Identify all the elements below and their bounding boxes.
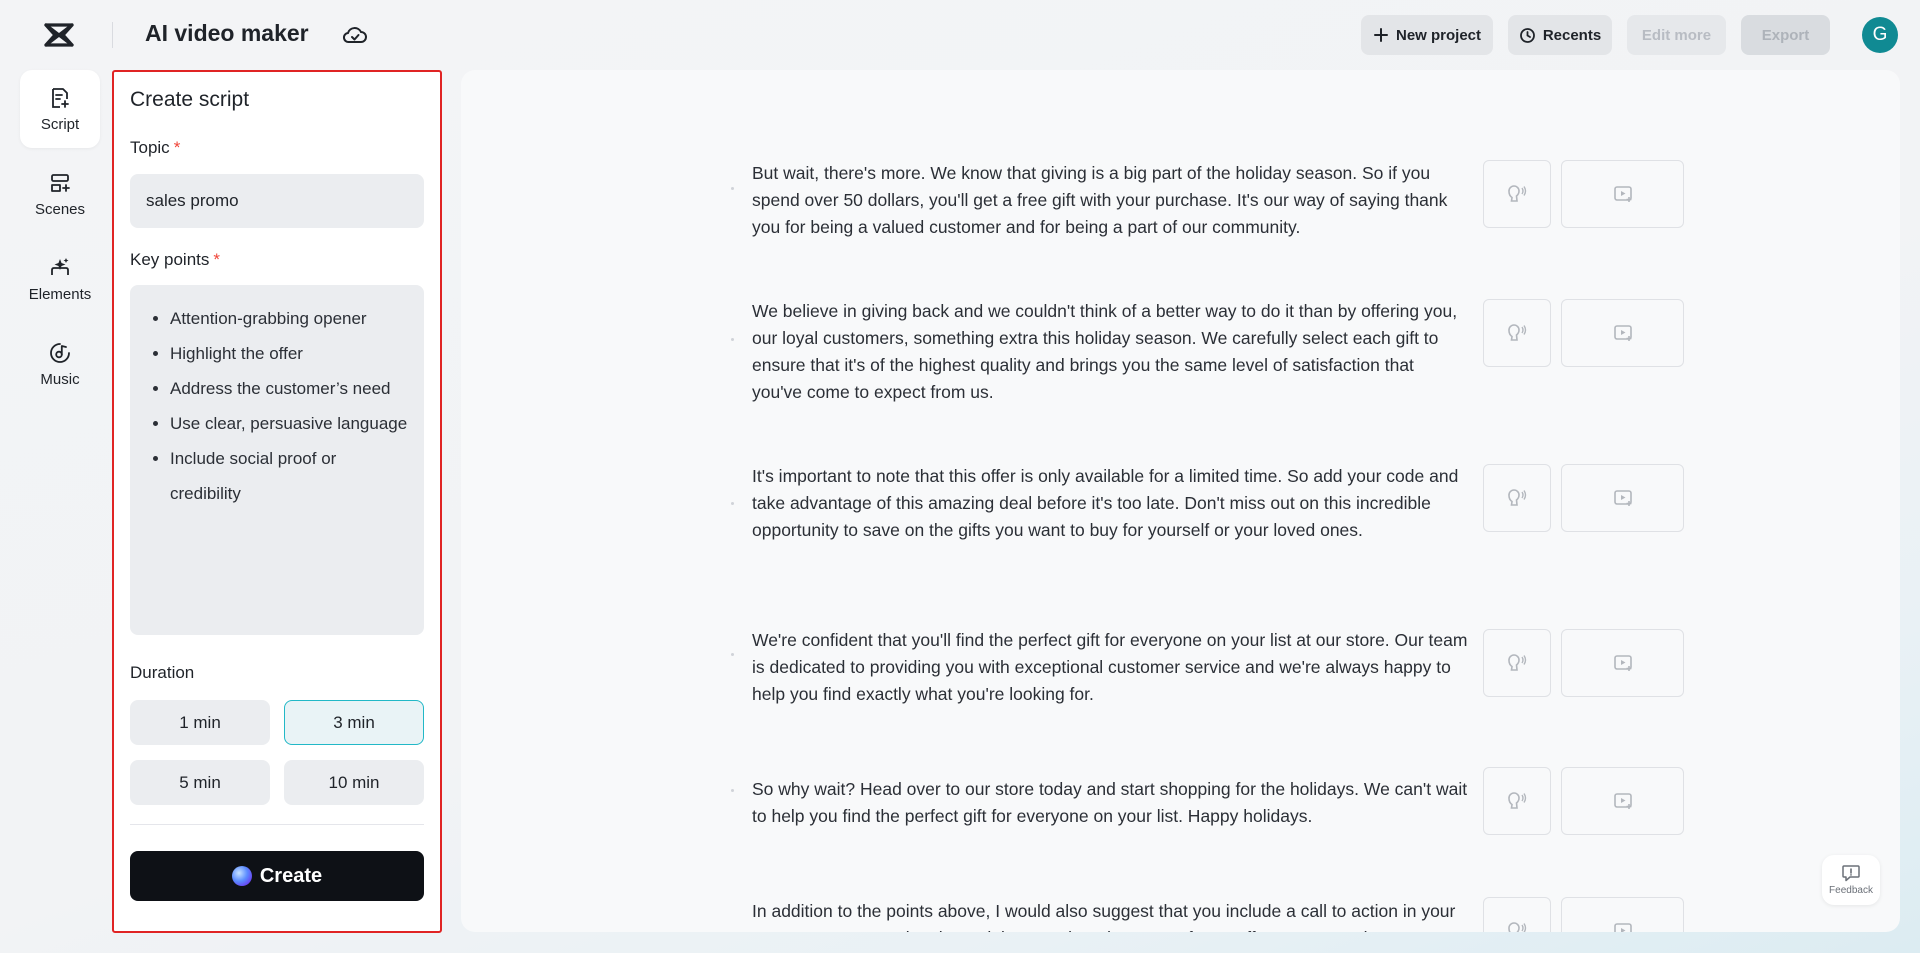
- rail-label-elements: Elements: [28, 285, 92, 303]
- voice-icon: [1508, 922, 1527, 932]
- paragraph-marker: [731, 653, 734, 656]
- cloud-sync-icon[interactable]: [342, 24, 368, 46]
- add-media-icon: [1613, 793, 1632, 809]
- voice-button[interactable]: [1483, 629, 1551, 697]
- script-editor: But wait, there's more. We know that giv…: [461, 70, 1900, 932]
- rail-item-script[interactable]: Script: [20, 70, 100, 148]
- voice-button[interactable]: [1483, 464, 1551, 532]
- rail-label-music: Music: [40, 370, 80, 388]
- paragraph-marker: [731, 338, 734, 341]
- keypoint-item: Use clear, persuasive language: [170, 406, 408, 441]
- app-title: AI video maker: [145, 20, 309, 46]
- avatar[interactable]: G: [1862, 17, 1898, 53]
- topic-input[interactable]: [130, 174, 424, 228]
- duration-label: Duration: [130, 663, 195, 682]
- rail-label-script: Script: [40, 115, 80, 133]
- duration-10-min-button[interactable]: 10 min: [284, 760, 424, 805]
- create-label: Create: [259, 864, 323, 887]
- add-media-icon: [1613, 325, 1632, 341]
- feedback-button[interactable]: Feedback: [1822, 855, 1880, 905]
- export-button[interactable]: Export: [1741, 15, 1830, 55]
- add-media-icon: [1613, 490, 1632, 506]
- header-divider: [112, 22, 113, 48]
- script-paragraph[interactable]: We're confident that you'll find the per…: [752, 627, 1468, 708]
- rail-item-music[interactable]: Music: [20, 325, 100, 403]
- add-media-button[interactable]: [1561, 897, 1684, 932]
- voice-icon: [1508, 489, 1527, 506]
- required-mark: *: [213, 250, 221, 269]
- paragraph-marker: [731, 187, 734, 190]
- topic-label: Topic *: [130, 138, 180, 158]
- add-media-button[interactable]: [1561, 160, 1684, 228]
- paragraph-marker: [731, 789, 734, 792]
- music-icon: [50, 342, 70, 363]
- feedback-label: Feedback: [1829, 885, 1873, 896]
- rail-item-scenes[interactable]: Scenes: [20, 155, 100, 233]
- voice-button[interactable]: [1483, 299, 1551, 367]
- duration-3-min-button[interactable]: 3 min: [284, 700, 424, 745]
- add-media-button[interactable]: [1561, 629, 1684, 697]
- capcut-logo-icon[interactable]: [44, 20, 74, 50]
- create-script-panel: Create script Topic* Key points* Attenti…: [112, 70, 442, 933]
- voice-icon: [1508, 792, 1527, 809]
- feedback-icon: [1842, 865, 1860, 882]
- voice-icon: [1508, 185, 1527, 202]
- voice-icon: [1508, 324, 1527, 341]
- new-project-label: New project: [1395, 26, 1482, 44]
- script-icon: [52, 87, 69, 108]
- voice-button[interactable]: [1483, 897, 1551, 932]
- duration-5-min-button[interactable]: 5 min: [130, 760, 270, 805]
- script-paragraph[interactable]: In addition to the points above, I would…: [752, 898, 1468, 932]
- keypoint-item: Highlight the offer: [170, 336, 408, 371]
- create-button[interactable]: Create: [130, 851, 424, 901]
- script-paragraph[interactable]: So why wait? Head over to our store toda…: [752, 776, 1468, 830]
- add-media-icon: [1613, 186, 1632, 202]
- panel-title: Create script: [130, 88, 250, 111]
- elements-icon: [51, 257, 69, 275]
- rail-item-elements[interactable]: Elements: [20, 240, 100, 318]
- keypoints-label: Key points *: [130, 250, 220, 270]
- keypoint-item: Include social proof or credibility: [170, 441, 408, 511]
- script-paragraph[interactable]: But wait, there's more. We know that giv…: [752, 160, 1468, 241]
- ai-orb-icon: [231, 866, 252, 886]
- add-media-button[interactable]: [1561, 767, 1684, 835]
- scenes-icon: [51, 173, 70, 192]
- required-mark: *: [173, 138, 181, 157]
- topic-label-text: Topic: [130, 138, 170, 157]
- voice-button[interactable]: [1483, 767, 1551, 835]
- top-bar: AI video maker New project Recents Edit …: [0, 0, 1920, 70]
- paragraph-marker: [731, 502, 734, 505]
- keypoints-label-text: Key points: [130, 250, 210, 269]
- add-media-icon: [1613, 923, 1632, 932]
- voice-button[interactable]: [1483, 160, 1551, 228]
- clock-icon: [1519, 27, 1535, 43]
- add-media-button[interactable]: [1561, 464, 1684, 532]
- edit-more-button[interactable]: Edit more: [1627, 15, 1726, 55]
- recents-label: Recents: [1542, 26, 1602, 44]
- keypoint-item: Attention-grabbing opener: [170, 301, 408, 336]
- duration-1-min-button[interactable]: 1 min: [130, 700, 270, 745]
- plus-icon: [1373, 28, 1388, 42]
- script-paragraph[interactable]: We believe in giving back and we couldn'…: [752, 298, 1468, 406]
- keypoints-textarea[interactable]: Attention-grabbing opener Highlight the …: [130, 285, 424, 635]
- script-paragraph[interactable]: It's important to note that this offer i…: [752, 463, 1468, 544]
- recents-button[interactable]: Recents: [1508, 15, 1612, 55]
- add-media-button[interactable]: [1561, 299, 1684, 367]
- new-project-button[interactable]: New project: [1361, 15, 1493, 55]
- rail-label-scenes: Scenes: [34, 200, 86, 218]
- add-media-icon: [1613, 655, 1632, 671]
- voice-icon: [1508, 654, 1527, 671]
- panel-divider: [130, 824, 424, 825]
- keypoint-item: Address the customer’s need: [170, 371, 408, 406]
